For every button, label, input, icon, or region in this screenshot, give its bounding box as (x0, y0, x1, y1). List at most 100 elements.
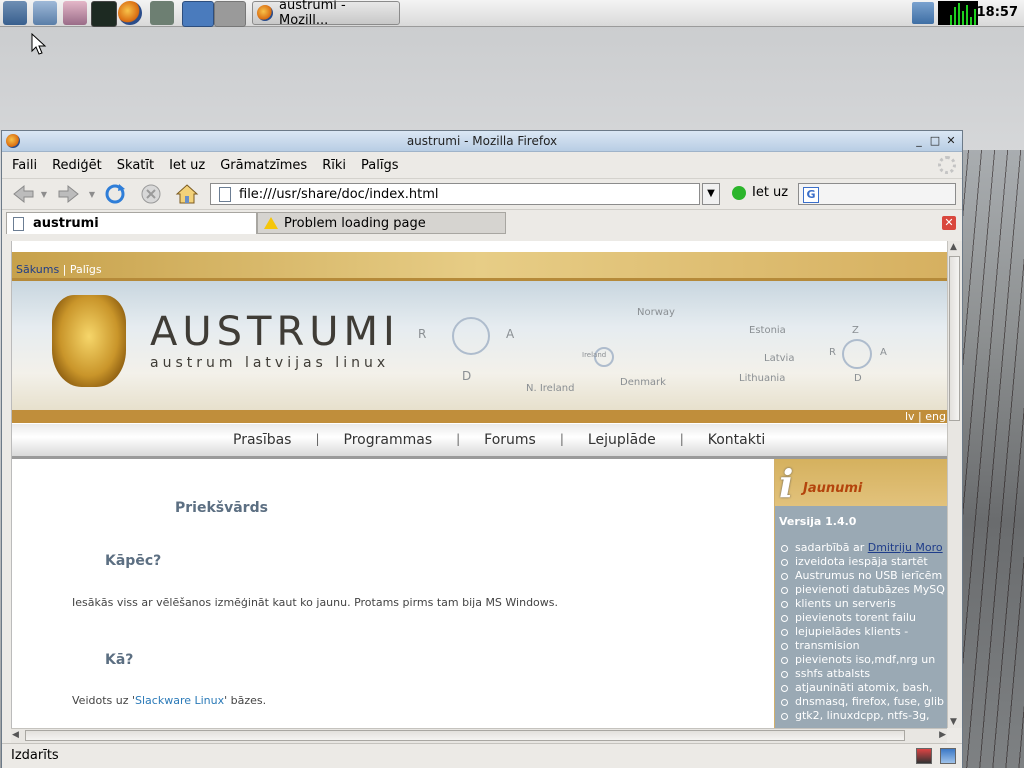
lang-lv-link[interactable]: lv (905, 410, 915, 423)
back-button[interactable] (10, 183, 36, 205)
workspace-2-icon[interactable] (214, 1, 246, 27)
google-search-icon[interactable]: G (803, 187, 819, 203)
home-icon (175, 184, 199, 204)
go-label: Iet uz (752, 185, 789, 200)
cpu-monitor[interactable] (938, 1, 978, 25)
horizontal-scroll-thumb[interactable] (25, 730, 905, 741)
page-content: Sākums | Palīgs AUSTRUMI austrum latvija… (11, 241, 948, 728)
menu-faili[interactable]: Faili (12, 158, 37, 173)
clock[interactable]: 18:57 (977, 5, 1018, 20)
reload-button[interactable] (102, 183, 128, 205)
terminal-icon[interactable] (91, 1, 117, 27)
banner-title: AUSTRUMI (150, 309, 400, 355)
status-text: Izdarīts (11, 748, 59, 763)
home-link[interactable]: Sākums (16, 263, 59, 276)
window-title: austrumi - Mozilla Firefox (406, 134, 558, 148)
scroll-up-icon[interactable]: ▲ (950, 242, 957, 252)
nav-prasibas[interactable]: Prasības (233, 432, 291, 448)
stop-button[interactable] (138, 183, 164, 205)
menu-paligs[interactable]: Palīgs (361, 158, 398, 173)
horizontal-scrollbar[interactable]: ◀ ▶ (11, 728, 947, 743)
network-status-icon[interactable] (940, 748, 956, 764)
security-status-icon[interactable] (916, 748, 932, 764)
desktop-wallpaper (962, 150, 1024, 768)
close-tab-icon[interactable]: ✕ (942, 216, 956, 230)
back-history-dropdown[interactable]: ▼ (38, 183, 50, 205)
forward-history-dropdown[interactable]: ▼ (86, 183, 98, 205)
news-title: Jaunumi (803, 481, 863, 496)
nav-forums[interactable]: Forums (484, 432, 536, 448)
reload-icon (105, 184, 125, 204)
tab-label: Problem loading page (284, 215, 426, 231)
list-item-cont: izveidota iespāja startēt (781, 555, 948, 569)
nav-kontakti[interactable]: Kontakti (708, 432, 765, 448)
forward-button[interactable] (56, 183, 82, 205)
list-item: pievienots torent failu (781, 611, 948, 625)
tab-label: austrumi (33, 216, 99, 231)
austrumi-crest-logo[interactable] (52, 295, 126, 387)
menu-skatit[interactable]: Skatīt (117, 158, 154, 173)
section-title: Kā? (105, 652, 134, 668)
scroll-left-icon[interactable]: ◀ (12, 730, 19, 740)
list-item-cont: gtk2, linuxdcpp, ntfs-3g, (781, 709, 948, 723)
list-item: pievienots iso,mdf,nrg un (781, 653, 948, 667)
minimize-button[interactable]: _ (912, 134, 926, 148)
scroll-down-icon[interactable]: ▼ (950, 717, 957, 727)
warning-icon (264, 217, 278, 229)
slackware-link[interactable]: Slackware Linux (135, 694, 224, 707)
author-link[interactable]: Dmitriju Moro (868, 541, 943, 554)
search-input[interactable]: G (798, 183, 956, 205)
firefox-icon[interactable] (118, 1, 142, 25)
version-label: Versija 1.4.0 (779, 515, 857, 528)
status-bar: Izdarīts (2, 743, 962, 768)
back-arrow-icon (13, 184, 34, 204)
list-item-cont: transmision (781, 639, 948, 653)
site-nav: Prasības | Programmas | Forums | Lejuplā… (12, 424, 948, 459)
nav-lejuplade[interactable]: Lejuplāde (588, 432, 656, 448)
show-desktop-icon[interactable] (3, 1, 27, 25)
menu-iet-uz[interactable]: Iet uz (169, 158, 205, 173)
tab-bar: austrumi Problem loading page ✕ (2, 209, 962, 236)
maximize-button[interactable]: □ (928, 134, 942, 148)
taskbar: austrumi - Mozill... 18:57 (0, 0, 1024, 28)
home-button[interactable] (174, 183, 200, 205)
go-button[interactable]: Iet uz (732, 185, 788, 200)
vertical-scrollbar[interactable]: ▲ ▼ (947, 241, 962, 728)
file-manager-icon[interactable] (63, 1, 87, 25)
menu-gramatzimes[interactable]: Grāmatzīmes (220, 158, 307, 173)
url-history-dropdown[interactable]: ▼ (702, 183, 720, 205)
workspace-1-icon[interactable] (182, 1, 214, 27)
url-input[interactable]: file:///usr/share/doc/index.html (210, 183, 700, 205)
help-link[interactable]: Palīgs (70, 263, 102, 276)
news-header: i Jaunumi (775, 459, 948, 506)
news-sidebar: i Jaunumi Versija 1.4.0 sadarbībā ar Dmi… (774, 459, 948, 728)
tab-austrumi[interactable]: austrumi (6, 212, 257, 234)
compass-icon (452, 317, 490, 355)
tab-problem-loading[interactable]: Problem loading page (257, 212, 506, 234)
site-banner: AUSTRUMI austrum latvijas linux R A D Z … (12, 278, 948, 413)
network-monitor-icon[interactable] (912, 2, 934, 24)
section-text: Veidots uz 'Slackware Linux' bāzes. (72, 694, 267, 707)
menu-rediget[interactable]: Rediģēt (52, 158, 102, 173)
info-icon: i (779, 461, 794, 506)
banner-subtitle: austrum latvijas linux (150, 355, 390, 371)
nav-programmas[interactable]: Programmas (344, 432, 433, 448)
network-icon[interactable] (33, 1, 57, 25)
lang-eng-link[interactable]: eng (925, 410, 946, 423)
list-item-cont: sshfs atbalsts (781, 667, 948, 681)
section-text: Iesākās viss ar vēlēšanos izmēģināt kaut… (72, 596, 559, 609)
app-icon[interactable] (150, 1, 174, 25)
page-icon (13, 216, 24, 231)
menu-bar: Faili Rediģēt Skatīt Iet uz Grāmatzīmes … (2, 152, 962, 178)
taskbar-firefox-task[interactable]: austrumi - Mozill... (252, 0, 400, 28)
mouse-cursor-icon (31, 33, 47, 55)
window-titlebar[interactable]: austrumi - Mozilla Firefox _ □ ✕ (2, 131, 962, 152)
scroll-right-icon[interactable]: ▶ (939, 730, 946, 740)
list-item-cont: Austrumus no USB ierīcēm (781, 569, 948, 583)
vertical-scroll-thumb[interactable] (949, 256, 960, 421)
list-item-cont: klients un serveris (781, 597, 948, 611)
list-item: sadarbībā ar Dmitriju Moro (781, 541, 948, 555)
menu-riki[interactable]: Rīki (322, 158, 346, 173)
url-text: file:///usr/share/doc/index.html (239, 186, 439, 202)
close-button[interactable]: ✕ (944, 134, 958, 148)
